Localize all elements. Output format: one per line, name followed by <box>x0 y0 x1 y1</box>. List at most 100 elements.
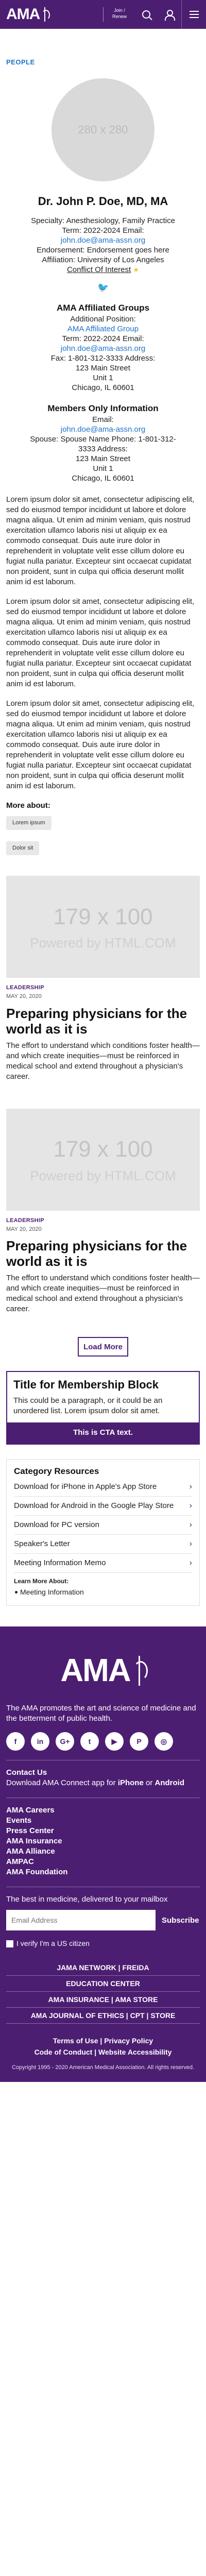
chevron-right-icon: › <box>189 1501 192 1510</box>
chevron-right-icon: › <box>189 1539 192 1548</box>
group-email-link[interactable]: john.doe@ama-assn.org <box>11 344 195 353</box>
card-image-placeholder[interactable]: 179 x 100 Powered by HTML.COM <box>6 876 200 978</box>
group-address-street: 123 Main Street <box>76 364 130 373</box>
download-or-text: or <box>146 1778 153 1788</box>
profile-email-link[interactable]: john.doe@ama-assn.org <box>11 235 195 245</box>
learn-more-link[interactable]: Meeting Information <box>14 1587 192 1597</box>
footer-link[interactable]: AMA Insurance <box>6 1836 200 1846</box>
footer-link[interactable]: AMA Foundation <box>6 1867 200 1877</box>
brand-links: JAMA NETWORK | FREIDA EDUCATION CENTER A… <box>6 1960 200 2024</box>
ama-logo[interactable]: AMA <box>6 4 50 25</box>
avatar-placeholder: 280 x 280 <box>78 123 128 136</box>
brand-link[interactable]: EDUCATION CENTER <box>66 1979 140 1988</box>
youtube-icon[interactable]: ▶ <box>105 1732 124 1751</box>
footer-link[interactable]: Events <box>6 1816 200 1826</box>
subscribe-label: The best in medicine, delivered to your … <box>6 1895 168 1904</box>
subscribe-button[interactable]: Subscribe <box>162 1916 199 1925</box>
citizen-checkbox-label: I verify I'm a US citizen <box>16 1939 90 1948</box>
members-address-unit: Unit 1 <box>93 464 113 473</box>
brand-link[interactable]: STORE <box>150 2011 175 2020</box>
citizen-checkbox-row[interactable]: I verify I'm a US citizen <box>6 1939 200 1948</box>
star-icon: ★ <box>133 266 140 274</box>
resource-label: Meeting Information Memo <box>14 1558 106 1567</box>
additional-position-label: Additional Position: <box>70 315 136 324</box>
menu-button[interactable] <box>181 0 206 29</box>
footer-contact: Contact Us Download AMA Connect app for … <box>6 1768 200 1788</box>
load-more-button[interactable]: Load More <box>78 1337 128 1357</box>
join-renew-link[interactable]: Join / Renew <box>108 7 131 20</box>
legal-link[interactable]: Terms of Use <box>53 2037 98 2045</box>
brand-link[interactable]: JAMA NETWORK <box>57 1963 116 1972</box>
linkedin-icon[interactable]: in <box>31 1732 49 1751</box>
logo-text: AMA <box>6 5 40 23</box>
more-about-heading: More about: <box>6 801 50 810</box>
tag-pill[interactable]: Dolor sit <box>6 841 40 856</box>
body-paragraph: Lorem ipsum dolor sit amet, consectetur … <box>6 597 195 689</box>
resource-label: Download for PC version <box>14 1520 99 1529</box>
image-size-label: 179 x 100 <box>53 904 153 929</box>
card-category[interactable]: LEADERSHIP <box>6 984 200 992</box>
contact-us-link[interactable]: Contact Us <box>6 1768 200 1778</box>
facebook-icon[interactable]: f <box>6 1732 25 1751</box>
copyright: Copyright 1995 - 2020 American Medical A… <box>11 2064 194 2071</box>
resource-link[interactable]: Speaker's Letter › <box>14 1535 192 1554</box>
footer-link[interactable]: AMPAC <box>6 1857 200 1867</box>
resource-link[interactable]: Download for iPhone in Apple's App Store… <box>14 1478 192 1497</box>
conflict-of-interest-link[interactable]: Conflict Of Interest <box>67 265 131 274</box>
search-button[interactable] <box>135 0 158 29</box>
card-title[interactable]: Preparing physicians for the world as it… <box>6 1238 200 1269</box>
brand-link[interactable]: AMA INSURANCE <box>48 1995 109 2004</box>
twitter-icon[interactable]: 🐦 <box>97 283 109 292</box>
image-caption: Powered by HTML.COM <box>30 1167 176 1183</box>
google-plus-icon[interactable]: G+ <box>56 1732 74 1751</box>
email-field[interactable] <box>6 1910 156 1931</box>
brand-link[interactable]: FREIDA <box>122 1963 149 1972</box>
card-image-placeholder[interactable]: 179 x 100 Powered by HTML.COM <box>6 1108 200 1211</box>
body-paragraph: Lorem ipsum dolor sit amet, consectetur … <box>6 495 195 587</box>
footer-logo[interactable]: AMA <box>6 1649 200 1692</box>
brand-link[interactable]: CPT <box>130 2011 145 2020</box>
more-about: More about: Lorem ipsum Dolor sit <box>0 801 206 856</box>
download-android-link[interactable]: Android <box>155 1778 185 1787</box>
affiliated-group-link[interactable]: AMA Affiliated Group <box>11 324 195 334</box>
footer-link[interactable]: AMA Careers <box>6 1805 200 1816</box>
profile-details: Specialty: Anesthesiology, Family Practi… <box>0 216 206 275</box>
news-card[interactable]: 179 x 100 Powered by HTML.COM LEADERSHIP… <box>0 876 206 1082</box>
pinterest-icon[interactable]: P <box>130 1732 148 1751</box>
members-email-link[interactable]: john.doe@ama-assn.org <box>11 425 195 434</box>
chevron-right-icon: › <box>189 1520 192 1529</box>
spouse-line-2: 3333 Address: <box>78 445 128 454</box>
avatar: 280 x 280 <box>52 78 154 181</box>
brand-link[interactable]: AMA STORE <box>115 1995 158 2004</box>
twitter-icon[interactable]: t <box>80 1732 99 1751</box>
legal-link[interactable]: Privacy Policy <box>104 2037 153 2045</box>
citizen-checkbox[interactable] <box>6 1940 13 1947</box>
resource-link[interactable]: Meeting Information Memo › <box>14 1554 192 1573</box>
membership-title: Title for Membership Block <box>13 1378 159 1392</box>
legal-row: Code of Conduct | Website Accessibility <box>34 2048 172 2057</box>
account-button[interactable] <box>158 0 180 29</box>
resource-link[interactable]: Download for Android in the Google Play … <box>14 1497 192 1516</box>
footer-link[interactable]: Press Center <box>6 1826 200 1836</box>
footer-links: AMA Careers Events Press Center AMA Insu… <box>6 1805 200 1877</box>
body-paragraph: Lorem ipsum dolor sit amet, consectetur … <box>6 699 195 791</box>
download-iphone-link[interactable]: iPhone <box>118 1778 144 1787</box>
tag-pill[interactable]: Lorem ipsum <box>6 816 52 831</box>
brand-link[interactable]: AMA JOURNAL OF ETHICS <box>31 2011 124 2020</box>
card-category[interactable]: LEADERSHIP <box>6 1217 200 1225</box>
profile-term: Term: 2022-2024 Email: <box>62 226 144 235</box>
footer-link[interactable]: AMA Alliance <box>6 1846 200 1857</box>
members-only-heading: Members Only Information <box>47 403 159 414</box>
image-size-label: 179 x 100 <box>53 1137 153 1162</box>
resource-label: Download for Android in the Google Play … <box>14 1501 174 1510</box>
instagram-icon[interactable]: ◎ <box>154 1732 173 1751</box>
chevron-right-icon: › <box>189 1558 192 1567</box>
members-email-label: Email: <box>92 415 114 425</box>
membership-cta-button[interactable]: This is CTA text. <box>7 1422 199 1444</box>
legal-links: Terms of Use | Privacy Policy Code of Co… <box>6 2035 200 2058</box>
resource-link[interactable]: Download for PC version › <box>14 1516 192 1535</box>
card-title[interactable]: Preparing physicians for the world as it… <box>6 1006 200 1037</box>
news-card[interactable]: 179 x 100 Powered by HTML.COM LEADERSHIP… <box>0 1108 206 1315</box>
legal-link[interactable]: Code of Conduct <box>35 2048 93 2056</box>
legal-link[interactable]: Website Accessibility <box>98 2048 171 2056</box>
